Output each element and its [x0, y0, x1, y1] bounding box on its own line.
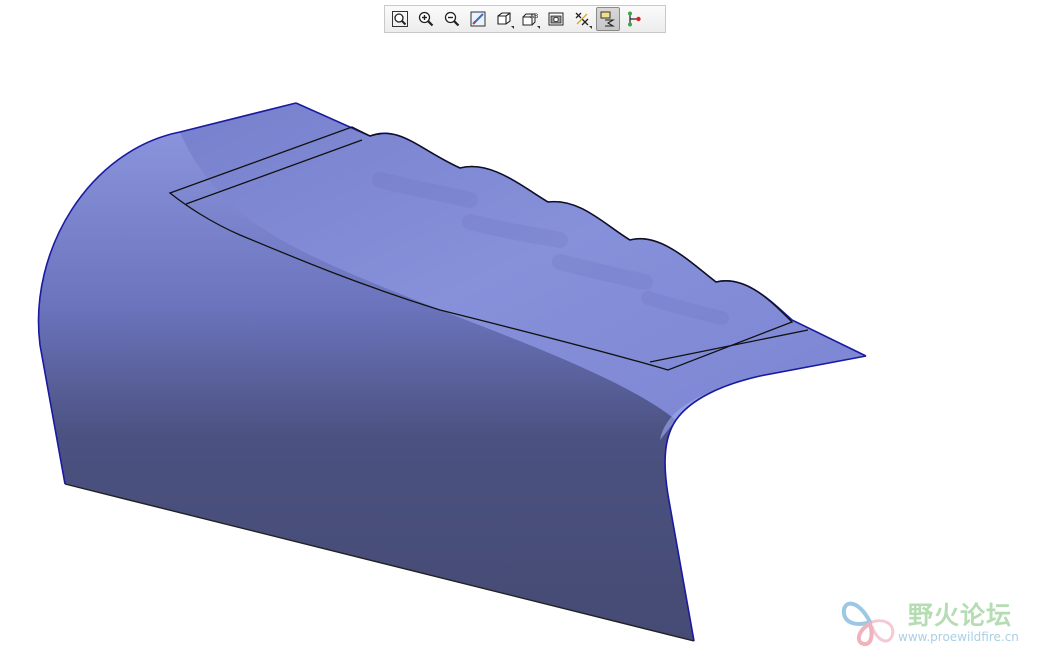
- view-manager-button[interactable]: [544, 7, 568, 31]
- flyout-arrow: [537, 26, 540, 29]
- flyout-arrow: [589, 26, 592, 29]
- annotation-display-icon: [600, 11, 615, 27]
- annotation-display-button[interactable]: [596, 7, 620, 31]
- zoom-out-button[interactable]: [440, 7, 464, 31]
- svg-text:AB: AB: [530, 13, 538, 20]
- datum-display-button[interactable]: [570, 7, 594, 31]
- spin-center-icon: [628, 11, 641, 27]
- spin-center-button[interactable]: [622, 7, 646, 31]
- view-toolbar: AB: [384, 5, 666, 33]
- forum-watermark: 野火论坛 www.proewildfire.cn: [840, 588, 1045, 650]
- zoom-in-icon: [418, 11, 434, 27]
- saved-views-button[interactable]: AB: [518, 7, 542, 31]
- zoom-out-icon: [444, 11, 460, 27]
- surface-model[interactable]: [0, 0, 1052, 658]
- repaint-icon: [470, 11, 486, 27]
- watermark-url: www.proewildfire.cn: [898, 630, 1019, 644]
- flyout-arrow: [511, 26, 514, 29]
- view-manager-icon: [548, 12, 564, 26]
- watermark-title: 野火论坛: [908, 601, 1013, 630]
- display-style-button[interactable]: [492, 7, 516, 31]
- zoom-fit-icon: [392, 11, 408, 27]
- graphics-window[interactable]: [0, 0, 1052, 658]
- refit-button[interactable]: [388, 7, 412, 31]
- repaint-button[interactable]: [466, 7, 490, 31]
- butterfly-logo-icon: [841, 601, 895, 646]
- zoom-in-button[interactable]: [414, 7, 438, 31]
